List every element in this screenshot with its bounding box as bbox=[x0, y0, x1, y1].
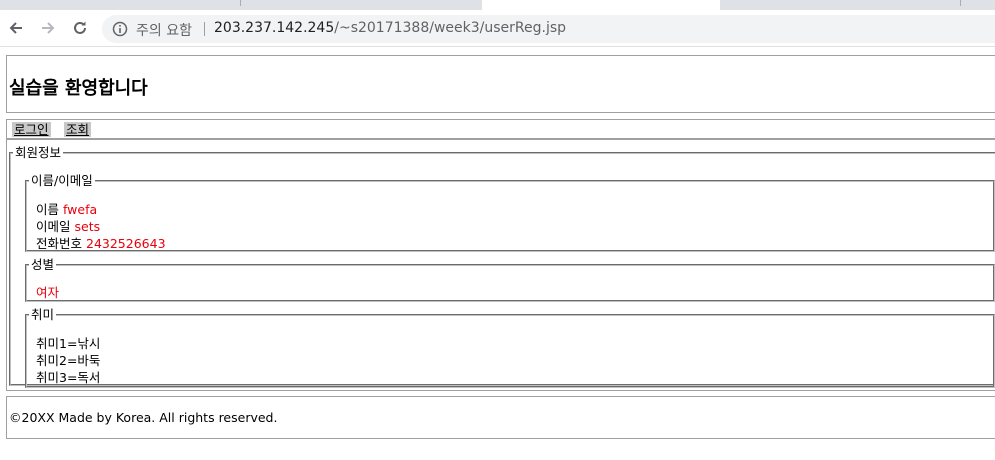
hobby-item: 취미2=바둑 bbox=[36, 353, 101, 368]
page-title: 실습을 환영합니다 bbox=[9, 78, 148, 99]
name-label: 이름 bbox=[36, 202, 60, 217]
reload-icon bbox=[74, 21, 86, 34]
member-info-fieldset: 회원정보 이름/이메일 이름 fwefa 이메일 sets 전화번호 24325… bbox=[9, 145, 995, 388]
name-row: 이름 fwefa bbox=[36, 202, 97, 218]
header-section bbox=[6, 55, 995, 113]
url-host: 203.237.142.245 bbox=[214, 20, 335, 36]
reload-button[interactable] bbox=[68, 16, 92, 40]
gender-row: 여자 bbox=[36, 285, 59, 301]
name-email-legend: 이름/이메일 bbox=[31, 173, 93, 188]
tab-separator bbox=[240, 0, 241, 6]
name-email-fieldset: 이름/이메일 이름 fwefa 이메일 sets 전화번호 2432526643 bbox=[25, 174, 995, 252]
phone-label: 전화번호 bbox=[36, 236, 83, 251]
email-label: 이메일 bbox=[36, 219, 71, 234]
security-warning[interactable]: 주의 요함 bbox=[136, 20, 192, 40]
gender-legend: 성별 bbox=[31, 257, 55, 272]
footer-section: ©20XX Made by Korea. All rights reserved… bbox=[6, 396, 995, 439]
forward-button[interactable] bbox=[36, 16, 60, 40]
page-content: 실습을 환영합니다 로그인 조회 회원정보 이름/이메일 이름 fwefa 이메… bbox=[0, 47, 995, 460]
url-text[interactable]: 203.237.142.245/~s20171388/week3/userReg… bbox=[214, 20, 566, 36]
main-section: 회원정보 이름/이메일 이름 fwefa 이메일 sets 전화번호 24325… bbox=[6, 139, 995, 391]
hobby-legend: 취미 bbox=[31, 307, 55, 322]
active-tab[interactable] bbox=[482, 0, 720, 10]
browser-toolbar: 주의 요함 203.237.142.245/~s20171388/week3/u… bbox=[0, 10, 995, 47]
nav-section: 로그인 조회 bbox=[6, 119, 995, 139]
gender-fieldset: 성별 여자 bbox=[25, 258, 995, 302]
view-link[interactable]: 조회 bbox=[64, 122, 92, 137]
email-value: sets bbox=[74, 219, 101, 234]
hobby-fieldset: 취미 취미1=낚시 취미2=바둑 취미3=독서 bbox=[25, 308, 995, 388]
tab-separator bbox=[960, 0, 961, 6]
name-value: fwefa bbox=[63, 202, 98, 217]
tab-strip bbox=[0, 0, 995, 10]
phone-value: 2432526643 bbox=[86, 236, 166, 251]
arrow-left-icon bbox=[9, 22, 22, 34]
gender-value: 여자 bbox=[36, 285, 60, 300]
arrow-right-icon bbox=[42, 22, 55, 34]
info-icon[interactable] bbox=[112, 21, 128, 37]
footer-text: ©20XX Made by Korea. All rights reserved… bbox=[9, 410, 278, 425]
hobby-item: 취미3=독서 bbox=[36, 370, 101, 385]
url-path: /~s20171388/week3/userReg.jsp bbox=[334, 20, 567, 36]
login-link[interactable]: 로그인 bbox=[12, 122, 51, 137]
member-info-legend: 회원정보 bbox=[15, 145, 62, 160]
back-button[interactable] bbox=[4, 16, 28, 40]
hobby-item: 취미1=낚시 bbox=[36, 336, 101, 351]
omnibox-divider bbox=[204, 22, 205, 36]
phone-row: 전화번호 2432526643 bbox=[36, 236, 166, 252]
address-bar[interactable]: 주의 요함 203.237.142.245/~s20171388/week3/u… bbox=[102, 15, 995, 43]
email-row: 이메일 sets bbox=[36, 219, 100, 235]
